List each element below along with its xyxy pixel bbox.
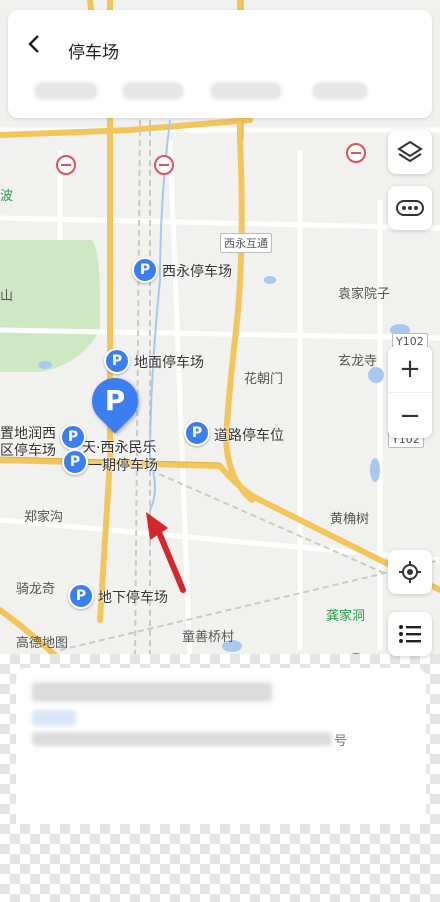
map-label-tian-xiyong: 天·西永民乐: [82, 440, 157, 456]
map-label-gongjiadong: 龚家洞: [326, 609, 366, 624]
parking-pin-icon[interactable]: P: [68, 583, 94, 609]
result-tag-blurred: [32, 710, 76, 726]
parking-pin-icon[interactable]: P: [184, 420, 210, 446]
parking-label[interactable]: 地面停车场: [134, 352, 204, 372]
zoom-out-button[interactable]: −: [388, 392, 432, 439]
result-address-suffix: 号: [334, 734, 348, 749]
filter-chip[interactable]: [210, 82, 282, 100]
parking-pin-icon[interactable]: P: [62, 449, 88, 475]
more-dots-icon: [396, 200, 424, 216]
map-label-xuanlong: 玄龙寺: [338, 354, 378, 369]
map-label-tongshan: 童善桥村: [182, 630, 235, 645]
no-entry-icon: [346, 143, 366, 163]
map-label-yuanjia: 袁家院子: [338, 287, 391, 302]
map-label-zhengjiagou: 郑家沟: [24, 510, 64, 525]
filter-chip[interactable]: [34, 82, 98, 100]
result-address-blurred: [32, 732, 332, 746]
map-label-qu-parking: 区停车场: [0, 443, 56, 459]
parking-pin-icon[interactable]: P: [132, 257, 158, 283]
zoom-in-button[interactable]: +: [388, 346, 432, 392]
filter-chip[interactable]: [122, 82, 184, 100]
map-label-huachaomen: 花朝门: [244, 372, 284, 387]
list-button[interactable]: [388, 612, 432, 656]
filter-chip[interactable]: [312, 82, 368, 100]
layers-button[interactable]: [388, 130, 432, 174]
parking-label[interactable]: 地下停车场: [98, 587, 168, 607]
layers-icon: [397, 140, 423, 163]
no-entry-icon: [56, 155, 76, 175]
parking-pin-icon[interactable]: P: [60, 424, 86, 450]
map-label-yiqi: 一期停车场: [88, 458, 158, 474]
zoom-control: + −: [388, 346, 432, 438]
map-label-xiyong-interchange: 西永互通: [220, 233, 272, 253]
list-icon: [399, 625, 421, 643]
parking-label[interactable]: 西永停车场: [162, 261, 232, 281]
map-label-bo: 波: [0, 189, 14, 204]
no-entry-icon: [154, 155, 174, 175]
more-button[interactable]: [388, 186, 432, 230]
result-title-blurred: [32, 682, 272, 702]
locate-button[interactable]: [388, 550, 432, 594]
parking-pin-icon[interactable]: P: [104, 348, 130, 374]
map-label-qilongqi: 骑龙奇: [16, 582, 56, 597]
map-label-shan: 山: [0, 289, 14, 304]
locate-icon: [399, 561, 421, 583]
selected-parking-pin-icon[interactable]: P: [82, 368, 148, 434]
page-title[interactable]: 停车场: [68, 38, 119, 63]
map-label-gaode: 高德地图: [16, 636, 69, 651]
map-label-huangjueshu: 黄桷树: [330, 512, 370, 527]
search-card[interactable]: 停车场: [8, 10, 432, 118]
back-arrow-icon[interactable]: [26, 34, 42, 60]
parking-label[interactable]: 道路停车位: [214, 425, 284, 445]
result-card[interactable]: 号: [16, 668, 426, 824]
